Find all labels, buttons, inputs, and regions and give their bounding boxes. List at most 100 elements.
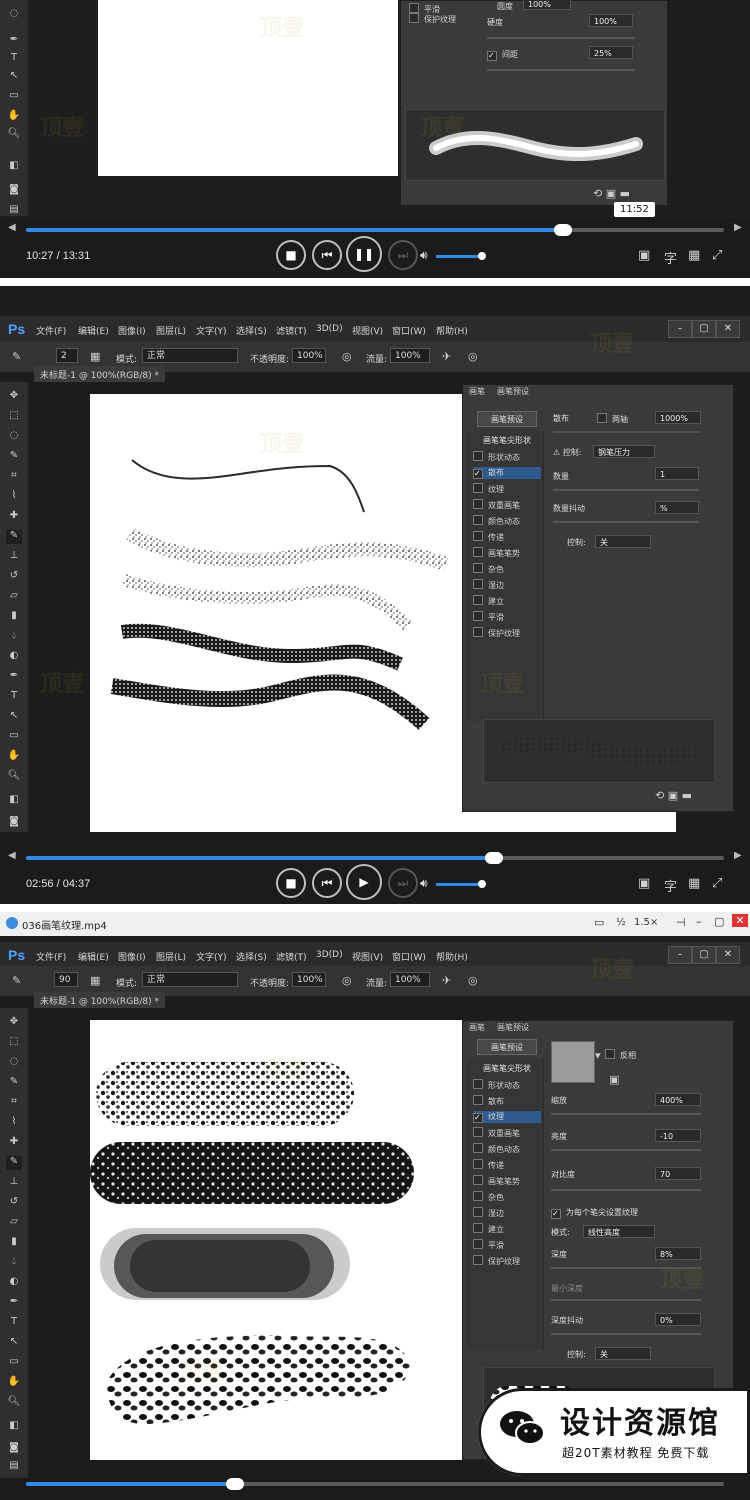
zoom-tool-icon[interactable]: 🔍︎	[6, 1396, 22, 1410]
menu-layer[interactable]: 图层(L)	[156, 950, 186, 963]
lasso-tool-icon[interactable]: ◌	[6, 430, 22, 444]
checkbox[interactable]	[473, 451, 483, 461]
volume-icon[interactable]: 🔊︎	[420, 876, 428, 891]
shape-tool-icon[interactable]: ▭	[6, 730, 22, 744]
pen-tool-icon[interactable]: ✒	[6, 1296, 22, 1310]
move-tool-icon[interactable]: ✥	[6, 390, 22, 404]
list-item[interactable]: 保护纹理	[473, 627, 520, 639]
shape-tool-icon[interactable]: ▭	[6, 1356, 22, 1370]
quick-mask-icon[interactable]: ◙	[6, 184, 22, 198]
checkbox[interactable]	[605, 1049, 615, 1059]
crop-tool-icon[interactable]: ⌗	[6, 1096, 22, 1110]
roundness-field[interactable]: 100%	[523, 0, 571, 10]
checkbox[interactable]	[473, 1143, 483, 1153]
checkbox[interactable]	[473, 1079, 483, 1089]
clone-stamp-icon[interactable]: ⊥	[6, 1176, 22, 1190]
spacing-checkbox[interactable]: ✓	[487, 51, 497, 61]
shape-tool-icon[interactable]: ▭	[6, 90, 22, 104]
menu-edit[interactable]: 编辑(E)	[78, 950, 109, 963]
hand-tool-icon[interactable]: ✋	[6, 750, 22, 764]
seek-forward-arrow-icon[interactable]: ▶	[734, 850, 742, 861]
list-item-selected[interactable]: ✓ 纹理	[473, 1111, 541, 1123]
airbrush-icon[interactable]: ✈	[442, 350, 451, 363]
menu-window[interactable]: 窗口(W)	[392, 950, 426, 963]
gradient-tool-icon[interactable]: ▮	[6, 1236, 22, 1250]
menu-image[interactable]: 图像(I)	[118, 324, 146, 337]
checkbox[interactable]	[473, 595, 483, 605]
tab-brush[interactable]: 画笔	[465, 385, 489, 400]
foreground-color-icon[interactable]: ◧	[6, 1420, 22, 1434]
zoom-tool-icon[interactable]: 🔍︎	[6, 770, 22, 784]
history-brush-icon[interactable]: ↺	[6, 570, 22, 584]
checkbox[interactable]	[597, 413, 607, 423]
gradient-tool-icon[interactable]: ▮	[6, 610, 22, 624]
list-item[interactable]: 杂色	[473, 563, 504, 575]
quick-mask-icon[interactable]: ◙	[6, 816, 22, 830]
volume-icon[interactable]: 🔊︎	[420, 248, 428, 263]
menu-view[interactable]: 视图(V)	[352, 950, 383, 963]
list-item[interactable]: 双重画笔	[473, 499, 520, 511]
menu-edit[interactable]: 编辑(E)	[78, 324, 109, 337]
list-item[interactable]: 传递	[473, 531, 504, 543]
list-item[interactable]: 杂色	[473, 1191, 504, 1203]
flow-field[interactable]: 100%	[390, 972, 430, 987]
pressure-size-icon[interactable]: ◎	[468, 974, 478, 987]
ps-close-button[interactable]: ✕	[716, 946, 740, 964]
volume-slider[interactable]	[436, 255, 482, 258]
next-button[interactable]: ⏭	[388, 868, 418, 898]
checkbox[interactable]	[473, 547, 483, 557]
scale-slider[interactable]	[551, 1113, 701, 1115]
new-preset-icon[interactable]: ▣	[609, 1073, 619, 1086]
list-item[interactable]: 建立	[473, 595, 504, 607]
count-jitter-slider[interactable]	[553, 521, 699, 523]
menu-type[interactable]: 文字(Y)	[196, 950, 227, 963]
stop-button[interactable]: ■	[276, 868, 306, 898]
checkbox[interactable]: ✓	[551, 1209, 561, 1219]
fullscreen-icon[interactable]: ⤢	[712, 876, 722, 891]
checkbox[interactable]	[473, 499, 483, 509]
list-item[interactable]: 颜色动态	[473, 1143, 520, 1155]
depth-field[interactable]: 8%	[655, 1247, 701, 1260]
checkbox[interactable]	[473, 563, 483, 573]
depth-slider[interactable]	[551, 1267, 701, 1269]
crop-tool-icon[interactable]: ⌗	[6, 470, 22, 484]
count-slider[interactable]	[553, 489, 699, 491]
menu-help[interactable]: 帮助(H)	[436, 324, 468, 337]
list-item[interactable]: 颜色动态	[473, 515, 520, 527]
mini-player-icon[interactable]: ▭	[594, 916, 604, 929]
menu-window[interactable]: 窗口(W)	[392, 324, 426, 337]
scatter-slider[interactable]	[553, 431, 699, 433]
maximize-button[interactable]: ▢	[692, 320, 716, 338]
pin-icon[interactable]: ⊣	[676, 916, 686, 929]
document-canvas[interactable]	[90, 1020, 470, 1460]
brush-size-picker[interactable]: 90	[54, 972, 78, 987]
dodge-tool-icon[interactable]: ◐	[6, 1276, 22, 1290]
marquee-tool-icon[interactable]: ⬚	[6, 1036, 22, 1050]
spacing-field[interactable]: 25%	[589, 46, 633, 59]
checkbox[interactable]	[473, 515, 483, 525]
pause-button[interactable]: ❚❚	[346, 236, 382, 272]
quick-mask-icon[interactable]: ◙	[6, 1442, 22, 1456]
menu-3d[interactable]: 3D(D)	[316, 950, 343, 960]
screen-icon[interactable]: ▣	[638, 876, 650, 891]
type-tool-icon[interactable]: T	[6, 690, 22, 704]
checkbox[interactable]	[473, 1255, 483, 1265]
control-select[interactable]: 钢笔压力	[593, 445, 655, 458]
list-item[interactable]: 画笔笔势	[473, 547, 520, 559]
checkbox[interactable]	[473, 531, 483, 541]
opacity-field[interactable]: 100%	[292, 972, 326, 987]
list-item[interactable]: 建立	[473, 1223, 504, 1235]
checkbox[interactable]	[473, 1223, 483, 1233]
panel-footer-icons[interactable]: ⟲ ▣ ▬	[655, 789, 692, 802]
list-item[interactable]: 双重画笔	[473, 1127, 520, 1139]
close-button[interactable]: ✕	[732, 914, 748, 927]
both-axes-checkbox[interactable]: 两轴	[597, 413, 628, 425]
menu-filter[interactable]: 滤镜(T)	[276, 324, 307, 337]
checkbox[interactable]	[409, 3, 419, 13]
brush-tool-icon[interactable]: ✎	[12, 974, 21, 987]
checkbox[interactable]	[473, 611, 483, 621]
list-heading[interactable]: 画笔笔尖形状	[483, 1063, 531, 1074]
menu-layer[interactable]: 图层(L)	[156, 324, 186, 337]
menu-view[interactable]: 视图(V)	[352, 324, 383, 337]
pen-tool-icon[interactable]: ✒	[6, 34, 22, 48]
